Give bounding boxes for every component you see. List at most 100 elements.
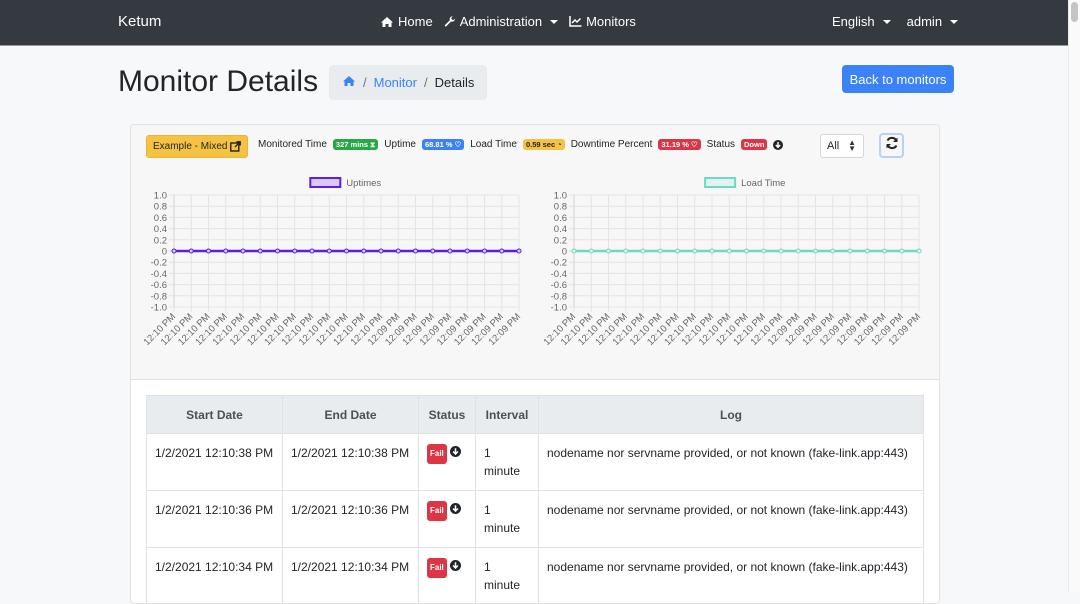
status-badge: Fail [427,444,447,464]
y-tick-label: -0.6 [551,280,567,291]
data-point [745,249,749,253]
log-cell: nodename nor servname provided, or not k… [539,548,924,604]
downtime-badge: 31.19 % ♡ [658,139,700,150]
data-point [327,249,331,253]
refresh-icon [885,136,899,155]
data-point [258,249,262,253]
data-point [848,249,852,253]
status-cell: Fail [419,491,476,548]
arrow-circle-down-icon [450,560,461,571]
user-label: admin [907,14,942,29]
y-tick-label: 0.6 [554,213,567,224]
home-icon [342,75,356,90]
data-point [517,249,521,253]
scrollbar-thumb[interactable] [1071,2,1078,22]
refresh-button[interactable] [879,133,904,158]
status-badge: Fail [427,558,447,578]
chevron-down-icon [950,20,958,24]
y-tick-label: 1.0 [154,191,167,202]
data-point [310,249,314,253]
y-tick-label: -1.0 [551,303,567,314]
y-tick-label: 0 [162,247,167,258]
data-point [396,249,400,253]
column-end-date[interactable]: End Date [283,396,419,434]
range-filter-value: All [827,140,839,152]
uptime-label: Uptime [384,139,416,150]
tachometer-icon: ◔ [557,140,562,149]
breadcrumb-monitor[interactable]: Monitor [374,75,417,90]
back-to-monitors-button[interactable]: Back to monitors [842,65,954,93]
nav-home[interactable]: Home [380,14,433,29]
start-date-cell: 1/2/2021 12:10:38 PM [147,434,283,491]
nav-home-label: Home [398,14,433,29]
data-point [362,249,366,253]
downtime-value: 31.19 % [661,140,689,149]
legend-swatch [310,178,340,187]
language-label: English [832,14,875,29]
hourglass-icon: ⧗ [370,140,375,149]
data-point [379,249,383,253]
breadcrumb-separator: / [424,75,428,90]
data-point [589,249,593,253]
status-cell: Fail [419,434,476,491]
data-point [431,249,435,253]
column-interval[interactable]: Interval [476,396,539,434]
uptime-value: 68.81 % [425,140,453,149]
brand-logo[interactable]: Ketum [118,13,161,30]
data-point [172,249,176,253]
data-point [448,249,452,253]
data-point [293,249,297,253]
arrow-circle-down-icon [450,446,461,457]
page-scrollbar[interactable] [1068,0,1080,593]
data-point [641,249,645,253]
column-log[interactable]: Log [539,396,924,434]
end-date-cell: 1/2/2021 12:10:36 PM [283,491,419,548]
data-point [414,249,418,253]
end-date-cell: 1/2/2021 12:10:38 PM [283,434,419,491]
column-start-date[interactable]: Start Date [147,396,283,434]
data-point [224,249,228,253]
table-row: 1/2/2021 12:10:36 PM1/2/2021 12:10:36 PM… [147,491,924,548]
range-filter-select[interactable]: All ▲▼ [820,134,864,158]
breadcrumb-separator: / [363,75,367,90]
table-header-row: Start Date End Date Status Interval Log [147,396,924,434]
table-row: 1/2/2021 12:10:34 PM1/2/2021 12:10:34 PM… [147,548,924,604]
data-point [831,249,835,253]
monitored-time-value: 327 mins [336,140,368,149]
monitor-name-button[interactable]: Example - Mixed [146,135,248,158]
status-cell: Fail [419,548,476,604]
monitor-name: Example - Mixed [153,141,227,152]
data-point [189,249,193,253]
load-time-label: Load Time [470,139,517,150]
y-tick-label: -0.8 [551,291,567,302]
y-tick-label: -0.4 [151,269,167,280]
y-tick-label: 0 [562,247,567,258]
breadcrumb-home[interactable] [342,75,356,90]
language-dropdown[interactable]: English [832,14,891,29]
data-point [779,249,783,253]
external-link-icon [230,141,241,152]
y-tick-label: 0.8 [154,202,167,213]
monitored-time-badge: 327 mins ⧗ [333,139,378,150]
y-tick-label: 0.4 [554,224,567,235]
monitor-summary: Example - Mixed Monitored Time 327 mins … [131,125,939,380]
nav-administration[interactable]: Administration [444,14,558,29]
log-table: Start Date End Date Status Interval Log … [146,395,924,604]
uptime-badge: 68.81 % ♡ [422,139,464,150]
uptimes-chart: Uptimes1.00.80.60.40.20-0.2-0.4-0.6-0.8-… [141,172,531,352]
nav-monitors-label: Monitors [586,14,636,29]
downtime-label: Downtime Percent [571,139,653,150]
load-time-chart: Load Time1.00.80.60.40.20-0.2-0.4-0.6-0.… [541,172,931,352]
data-point [883,249,887,253]
end-date-cell: 1/2/2021 12:10:34 PM [283,548,419,604]
nav-monitors[interactable]: Monitors [569,14,636,29]
data-point [345,249,349,253]
interval-cell: 1 minute [476,548,539,604]
data-point [241,249,245,253]
home-icon [380,16,394,28]
breadcrumb: / Monitor / Details [329,65,487,100]
user-dropdown[interactable]: admin [907,14,958,29]
arrow-circle-down-icon [773,140,783,150]
heart-broken-icon: ♡ [691,140,698,149]
column-status[interactable]: Status [419,396,476,434]
